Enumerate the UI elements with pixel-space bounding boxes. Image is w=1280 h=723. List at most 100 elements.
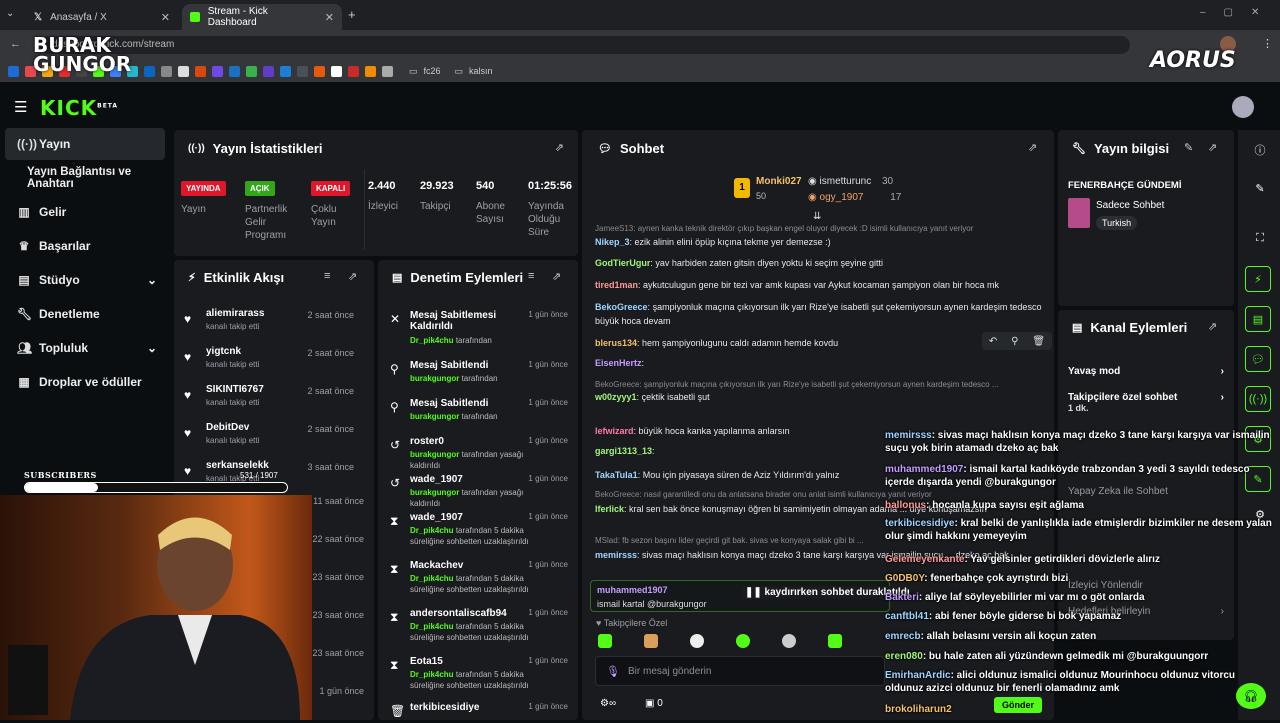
emote-icon[interactable] [644,634,658,648]
emote-icon[interactable] [736,634,750,648]
popout-icon[interactable]: ⇗ [348,270,357,283]
user-avatar[interactable] [1232,96,1254,118]
bookmark-icon[interactable] [331,65,342,77]
sidebar-item-basarilar[interactable]: ♛ Başarılar [5,230,165,262]
chat-username[interactable]: tired1man [595,280,638,290]
chat-username[interactable]: gargi1313_13 [595,446,652,456]
chat-username[interactable]: BekoGreece [595,302,648,312]
pen-icon[interactable]: ✎ [1240,182,1280,195]
leader-name[interactable]: Monki027 [756,176,802,187]
chat-username[interactable]: TakaTula1 [595,470,638,480]
microphone-icon[interactable]: 🎙︎ [606,665,620,678]
pinned-user[interactable]: muhammed1907 [597,585,668,595]
kick-logo[interactable]: KICKBETA [40,96,118,120]
popout-icon[interactable]: ⇗ [1208,141,1217,154]
mod-user[interactable]: Dr_pik4chu [410,336,454,345]
mod-user[interactable]: burakgungor [410,450,459,459]
popout-icon[interactable]: ⇗ [555,141,564,154]
action-followers-only[interactable]: Takipçilere özel sohbet › 1 dk. [1068,392,1224,413]
mod-user[interactable]: Dr_pik4chu [410,622,454,631]
sidebar-item-studyo[interactable]: ▤ Stüdyo ⌄ [5,264,165,296]
mod-user[interactable]: Dr_pik4chu [410,574,454,583]
leader-name[interactable]: ogy_1907 [820,192,864,203]
bookmark-icon[interactable] [246,65,257,77]
bookmark-icon[interactable] [314,65,325,77]
bookmark-icon[interactable] [229,65,240,77]
activity-user[interactable]: yigtcnk [206,346,241,357]
info-icon[interactable]: ⓘ [1240,142,1280,158]
chat-icon[interactable]: 💬︎ [1245,346,1271,372]
action-slow-mode[interactable]: Yavaş mod › [1068,366,1224,377]
reply-icon[interactable]: ↶ [989,336,997,347]
chevron-down-icon[interactable]: ⌄ [147,273,157,287]
mod-user[interactable]: Dr_pik4chu [410,670,454,679]
note-icon[interactable]: ▤ [1245,306,1271,332]
bookmark-icon[interactable] [365,65,376,77]
fullscreen-icon[interactable]: ⛶ [1240,232,1280,245]
bookmark-icon[interactable] [382,65,393,77]
filter-icon[interactable]: ≡ [528,270,534,282]
chat-username[interactable]: BekoGreece [595,490,639,499]
bookmark-folder-fc26[interactable]: fc26 [424,66,441,76]
chat-username[interactable]: BekoGreece [595,380,639,389]
pin-icon[interactable]: ⚲ [1011,336,1018,347]
bookmark-icon[interactable] [144,65,155,77]
mod-user[interactable]: burakgungor [410,412,459,421]
stream-category[interactable]: Sadece Sohbet [1096,200,1164,211]
bookmark-icon[interactable] [161,65,172,77]
browser-tab-kick[interactable]: Stream - Kick Dashboard ✕ [182,4,342,30]
chat-username[interactable]: MSlad [595,536,618,545]
sidebar-item-topluluk[interactable]: 👥︎ Topluluk ⌄ [5,332,165,364]
bookmark-icon[interactable] [280,65,291,77]
tab-search-icon[interactable]: ⌄ [6,8,14,19]
chat-settings-icon[interactable]: ⚙∞ [600,698,616,709]
popout-icon[interactable]: ⇗ [552,270,561,283]
chevron-down-icon[interactable]: ⌄ [147,341,157,355]
bookmark-icon[interactable] [263,65,274,77]
chat-username[interactable]: Nikep_3 [595,237,630,247]
chat-username[interactable]: JameeS13 [595,224,633,233]
close-tab-icon[interactable]: ✕ [325,11,334,24]
chat-username[interactable]: EisenHertz [595,358,642,368]
emote-icon[interactable] [598,634,612,648]
chat-username[interactable]: lferlick [595,504,624,514]
chat-username[interactable]: memirsss [595,550,637,560]
chat-username[interactable]: blerus134 [595,338,637,348]
close-tab-icon[interactable]: ✕ [161,11,170,24]
emote-icon[interactable] [690,634,704,648]
filter-icon[interactable]: ≡ [324,270,330,282]
bookmark-icon[interactable] [195,65,206,77]
edit-icon[interactable]: ✎ [1184,141,1193,154]
sidebar-item-denetleme[interactable]: 🔧︎ Denetleme [5,298,165,330]
bookmark-icon[interactable] [297,65,308,77]
activity-user[interactable]: serkanselekk [206,460,269,471]
bookmark-icon[interactable] [8,65,19,77]
trash-icon[interactable]: 🗑︎ [1032,336,1045,347]
bookmark-icon[interactable] [348,65,359,77]
browser-menu-icon[interactable]: ⋮ [1262,37,1273,50]
mod-user[interactable]: Dr_pik4chu [410,526,454,535]
chat-username[interactable]: lefwizard [595,426,634,436]
leader-name[interactable]: ismetturunc [820,176,872,187]
mod-user[interactable]: burakgungor [410,488,459,497]
emote-icon[interactable] [782,634,796,648]
activity-user[interactable]: DebitDev [206,422,249,433]
mod-user[interactable]: burakgungor [410,374,459,383]
activity-user[interactable]: aliemirarass [206,308,264,319]
chat-username[interactable]: w00zyyy1 [595,392,637,402]
browser-tab-x[interactable]: 𝕏 Anasayfa / X ✕ [26,4,178,30]
url-field[interactable]: dashboard.kick.com/stream [40,36,1130,54]
chat-input[interactable]: 🎙︎ Bir mesaj gönderin [595,656,885,686]
sidebar-item-stream-key[interactable]: Yayın Bağlantısı ve Anahtarı [5,162,165,194]
bookmark-icon[interactable] [178,65,189,77]
popout-icon[interactable]: ⇗ [1208,320,1217,333]
popout-icon[interactable]: ⇗ [1028,141,1037,154]
broadcast-icon[interactable]: ((·)) [1245,386,1271,412]
hamburger-menu-icon[interactable]: ☰ [14,98,27,116]
sidebar-item-gelir[interactable]: ▥ Gelir [5,196,165,228]
collapse-leaderboard-icon[interactable]: ⇊ [813,211,821,222]
bookmark-folder-kalsin[interactable]: kalsın [469,66,493,76]
bookmark-icon[interactable] [212,65,223,77]
new-tab-icon[interactable]: + [348,7,356,22]
window-controls[interactable]: –▢✕ [1200,7,1277,18]
